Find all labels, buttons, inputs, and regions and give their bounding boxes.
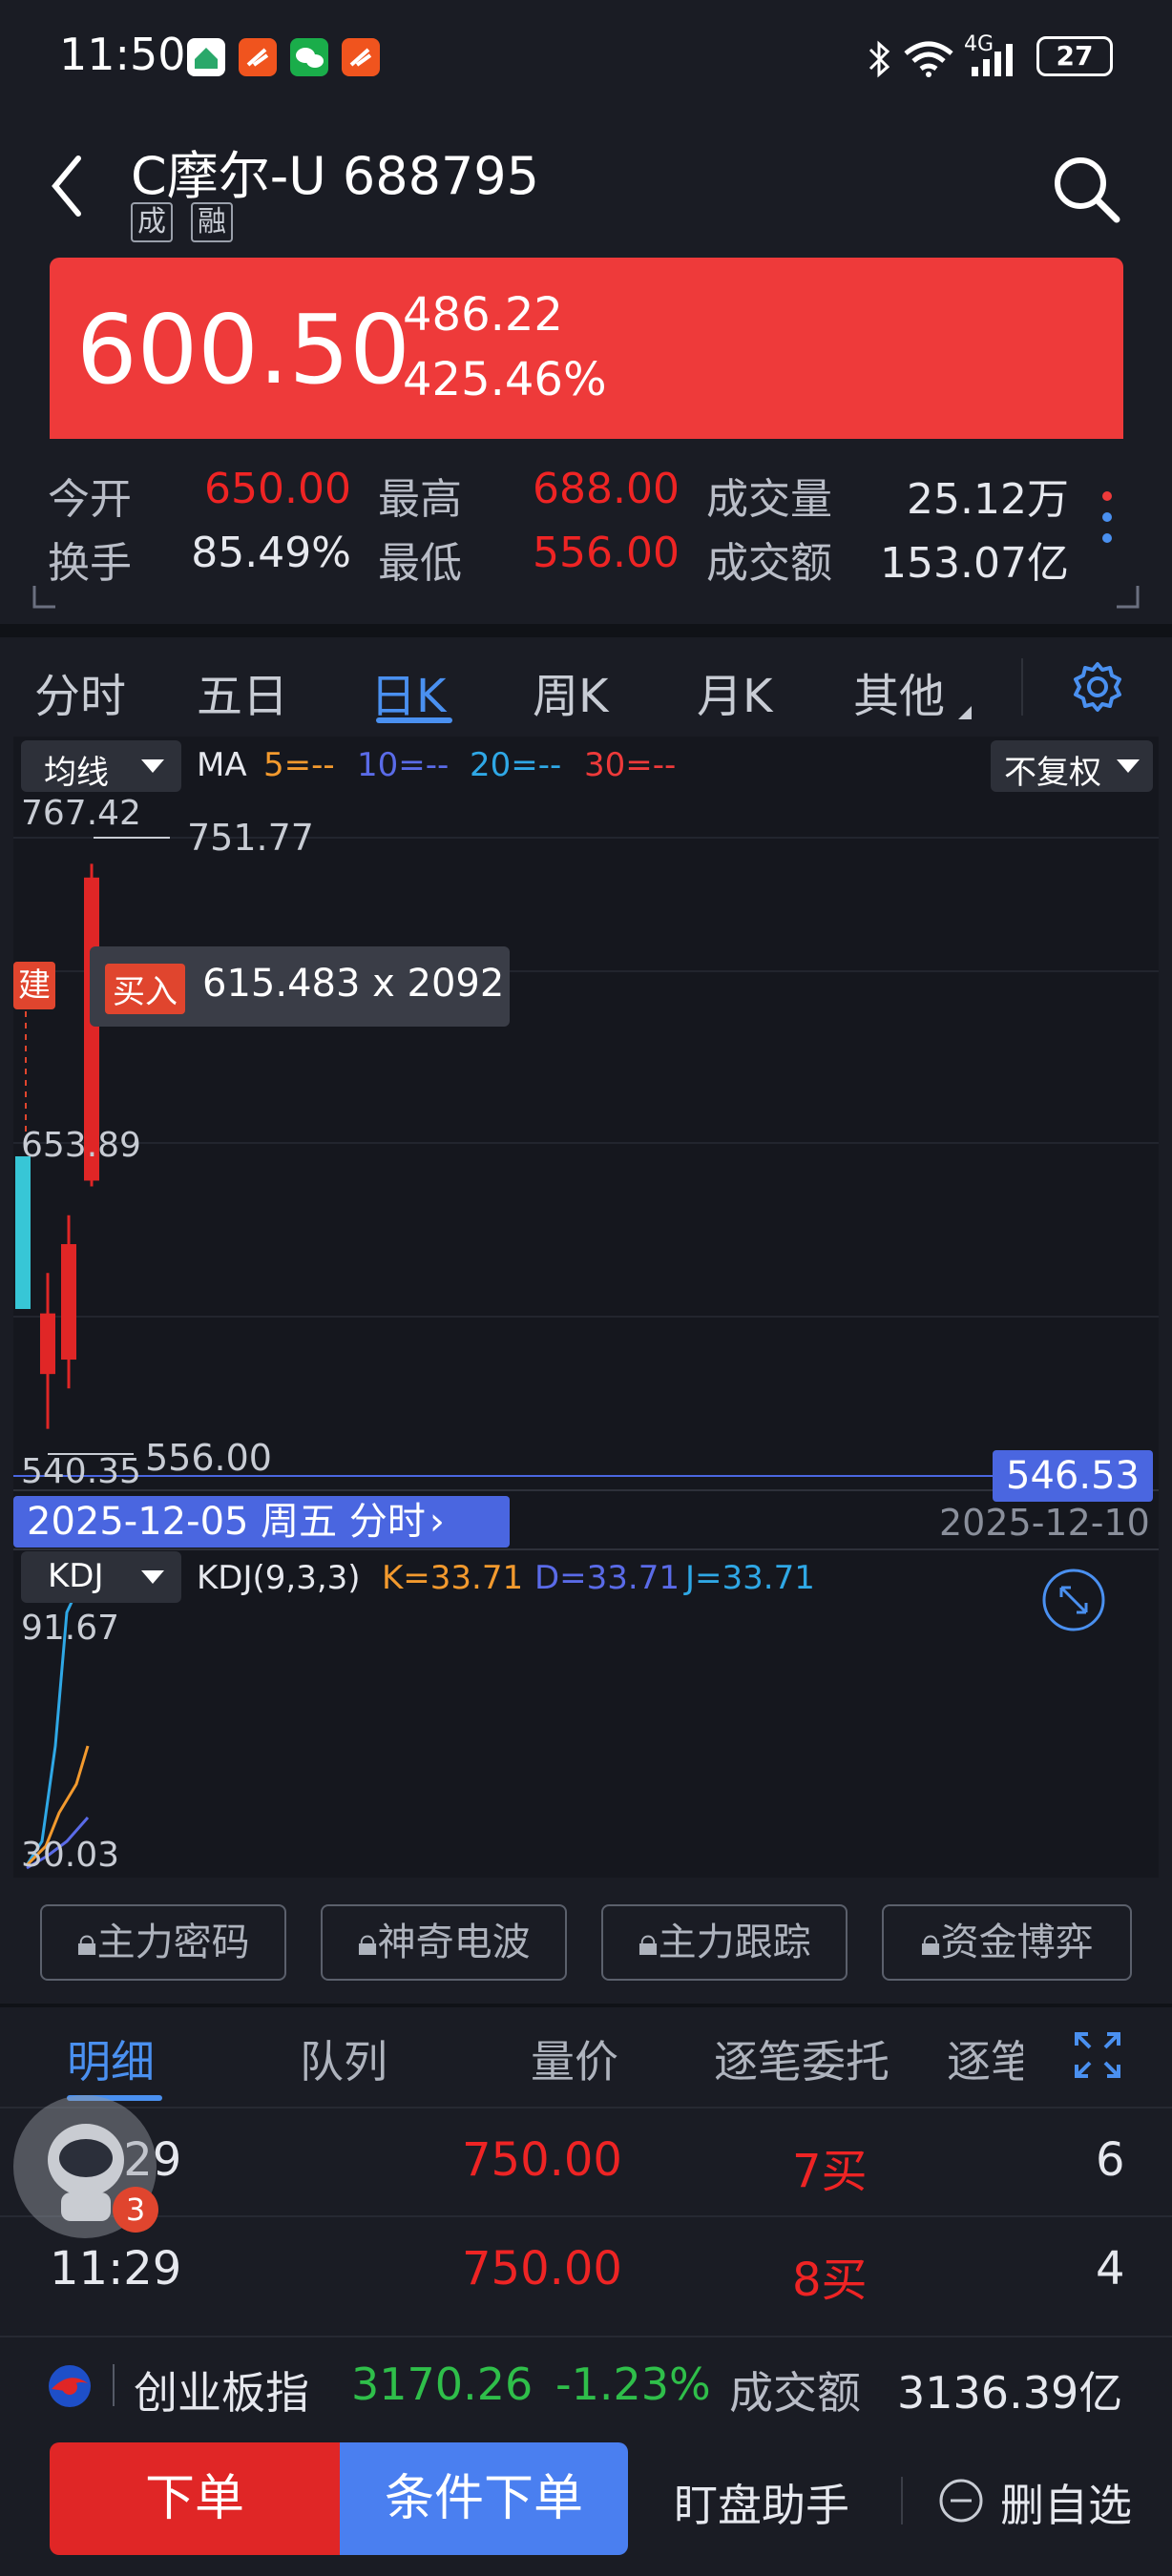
y-axis-max: 767.42 [21, 794, 141, 833]
trade-qty: 4 [1096, 2242, 1125, 2296]
index-ticker-bar[interactable]: 创业板指 3170.26 -1.23% 成交额 3136.39亿 [0, 2336, 1172, 2431]
buy-detail: 615.483 x 2092 [202, 962, 505, 1006]
notification-badge: 3 [113, 2187, 158, 2233]
index-vol-label: 成交额 [729, 2367, 861, 2419]
trade-qty: 6 [1096, 2133, 1125, 2187]
index-vol: 3136.39亿 [897, 2367, 1123, 2419]
low-price-label: 556.00 [145, 1437, 272, 1479]
feature-label: 神奇电波 [377, 1921, 531, 1964]
index-name: 创业板指 [134, 2367, 309, 2419]
kdj-d-value: D=33.71 [534, 1559, 680, 1597]
feature-label: 主力密码 [96, 1921, 250, 1964]
kdj-axis-min: 30.03 [21, 1836, 120, 1875]
expand-chart-icon[interactable] [1040, 1567, 1107, 1633]
candle-body [15, 1156, 31, 1309]
section-divider [0, 2004, 1172, 2007]
y-axis-mid: 653.89 [21, 1126, 141, 1165]
lock-icon: 🔒︎ [638, 1921, 659, 1964]
current-price-marker: 546.53 [993, 1450, 1153, 1502]
buy-tooltip: 买入 615.483 x 2092 [90, 946, 510, 1027]
market-logo-icon [49, 2365, 91, 2407]
kdj-axis-max: 91.67 [21, 1609, 120, 1648]
chevron-right-icon: › [429, 1500, 445, 1544]
feature-button-magic-wave[interactable]: 🔒︎神奇电波 [321, 1904, 567, 1981]
y-axis-min: 540.35 [21, 1452, 141, 1491]
tab-detail[interactable]: 明细 [67, 2027, 155, 2090]
end-date-label: 2025-12-10 [939, 1502, 1150, 1544]
build-position-marker[interactable]: 建 [13, 962, 55, 1009]
feature-button-main-code[interactable]: 🔒︎主力密码 [40, 1904, 286, 1981]
candle-body [40, 1313, 55, 1375]
tab-volume-price[interactable]: 量价 [531, 2027, 618, 2090]
kdj-k-value: K=33.71 [382, 1559, 524, 1597]
minus-circle-icon [939, 2479, 983, 2523]
trade-row: 11:29 750.00 8买 4 [0, 2217, 1172, 2324]
trade-row: 11:29 750.00 7买 6 [0, 2109, 1172, 2215]
feature-button-capital-game[interactable]: 🔒︎资金博弈 [882, 1904, 1132, 1981]
high-price-label: 751.77 [187, 817, 314, 859]
trade-time: 11:29 [50, 2242, 182, 2296]
feature-label: 资金博弈 [940, 1921, 1094, 1964]
lock-icon: 🔒︎ [920, 1921, 941, 1964]
indicator-dropdown-label: KDJ [48, 1557, 104, 1595]
trade-price: 750.00 [462, 2242, 622, 2296]
start-date-button[interactable]: 2025-12-05 周五 分时 › [13, 1496, 510, 1548]
remove-watchlist-label: 删自选 [1000, 2480, 1132, 2531]
lock-icon: 🔒︎ [76, 1921, 97, 1964]
watch-assistant-button[interactable]: 盯盘助手 [674, 2471, 849, 2534]
kdj-j-value: J=33.71 [685, 1559, 815, 1597]
separator [113, 2364, 115, 2406]
lock-icon: 🔒︎ [357, 1921, 378, 1964]
index-value: 3170.26 [351, 2358, 534, 2410]
trade-side: 7买 [792, 2145, 868, 2198]
tab-queue[interactable]: 队列 [300, 2027, 387, 2090]
buy-tag: 买入 [105, 964, 185, 1014]
tab-tick-by-tick[interactable]: 逐笔 [947, 2027, 1023, 2090]
trade-price: 750.00 [462, 2133, 622, 2187]
chevron-down-icon [141, 1570, 164, 1584]
index-change: -1.23% [555, 2358, 711, 2410]
trade-side: 8买 [792, 2254, 868, 2307]
tab-order-by-order[interactable]: 逐笔委托 [714, 2027, 889, 2090]
floating-assistant-avatar[interactable]: 3 [13, 2095, 158, 2238]
start-date-label: 2025-12-05 周五 分时 [27, 1500, 426, 1544]
feature-button-main-track[interactable]: 🔒︎主力跟踪 [601, 1904, 848, 1981]
kdj-params: KDJ(9,3,3) [197, 1559, 361, 1597]
remove-watchlist-button[interactable]: 删自选 [937, 2471, 1138, 2531]
fullscreen-icon[interactable] [1073, 2030, 1122, 2080]
separator [901, 2477, 903, 2524]
candle-body [61, 1244, 76, 1361]
order-button[interactable]: 下单 [50, 2442, 340, 2555]
indicator-dropdown[interactable]: KDJ [21, 1551, 181, 1603]
feature-label: 主力跟踪 [658, 1921, 811, 1964]
conditional-order-button[interactable]: 条件下单 [340, 2442, 628, 2555]
